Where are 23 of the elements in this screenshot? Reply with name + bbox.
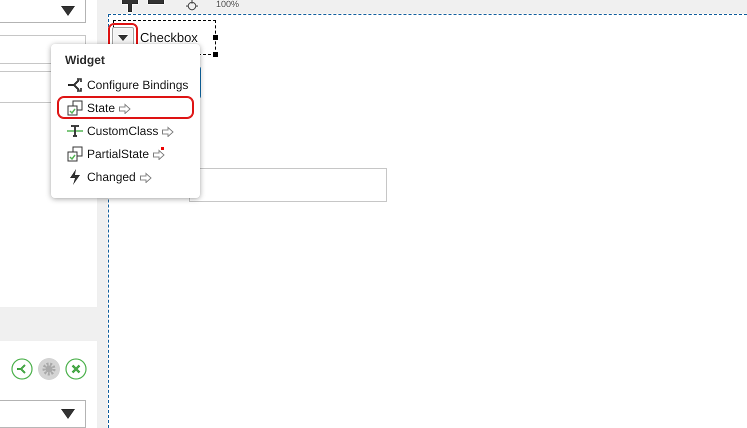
zoom-level: 100% (216, 0, 240, 8)
caret-icon (61, 409, 75, 419)
target-icon[interactable] (184, 0, 200, 12)
text-style-icon (67, 124, 83, 138)
input-field[interactable] (189, 168, 387, 202)
dropdown[interactable] (0, 0, 86, 23)
share-icon[interactable] (11, 358, 33, 380)
menu-item[interactable]: PartialState (57, 142, 194, 165)
menu-title: Widget (64, 53, 106, 69)
menu-item[interactable]: Changed (57, 165, 194, 188)
widget-label: Checkbox (140, 30, 198, 45)
checkbox-stack-icon (67, 146, 83, 162)
caret-icon (118, 34, 128, 40)
plus-icon[interactable] (122, 0, 138, 12)
branch-icon (67, 78, 83, 92)
dropdown[interactable] (0, 400, 86, 428)
menu-item[interactable]: Configure Bindings (57, 73, 194, 96)
lightning-icon (67, 168, 83, 184)
close-icon[interactable] (65, 358, 87, 380)
menu-item[interactable]: CustomClass (57, 119, 194, 142)
checkbox-stack-icon (67, 100, 83, 116)
menu-item[interactable]: State (57, 96, 194, 119)
caret-icon (61, 6, 75, 16)
